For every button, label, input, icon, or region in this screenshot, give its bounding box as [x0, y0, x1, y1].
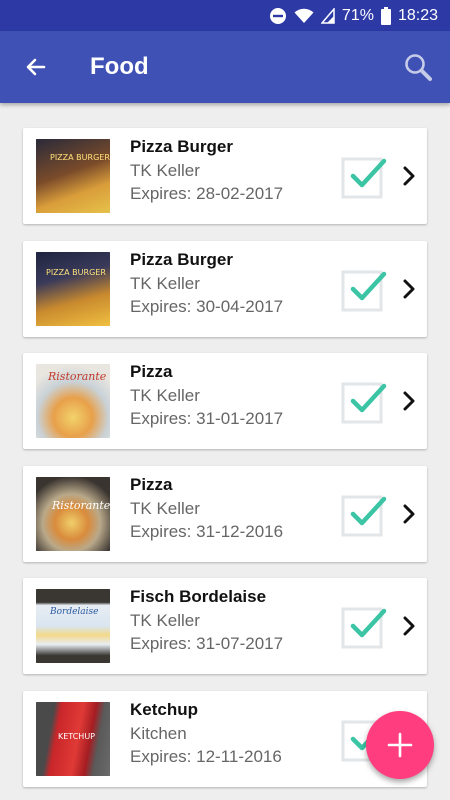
list-item[interactable]: PIZZA BURGER Pizza Burger TK Keller Expi…: [23, 241, 427, 337]
item-expiry: Expires: 31-07-2017: [130, 634, 284, 653]
plus-icon: [387, 732, 413, 758]
item-thumbnail: Bordelaise: [36, 589, 110, 663]
item-thumbnail: PIZZA BURGER: [36, 252, 110, 326]
app-bar: Food: [0, 31, 450, 103]
check-icon[interactable]: [341, 380, 387, 424]
item-name: Pizza: [130, 475, 173, 494]
food-list: PIZZA BURGER Pizza Burger TK Keller Expi…: [0, 103, 450, 800]
search-icon: [405, 54, 432, 81]
item-location: TK Keller: [130, 499, 200, 518]
chevron-right-icon[interactable]: [397, 613, 421, 639]
clock: 18:23: [397, 6, 438, 24]
item-location: TK Keller: [130, 386, 200, 405]
item-location: TK Keller: [130, 161, 200, 180]
battery-percent: 71%: [341, 6, 374, 24]
item-location: Kitchen: [130, 724, 187, 743]
list-item[interactable]: Ristorante Pizza TK Keller Expires: 31-0…: [23, 353, 427, 449]
item-name: Pizza Burger: [130, 137, 233, 156]
dnd-icon: [269, 7, 286, 24]
item-location: TK Keller: [130, 611, 200, 630]
page-title: Food: [90, 53, 149, 80]
back-button[interactable]: [14, 45, 58, 89]
item-expiry: Expires: 31-01-2017: [130, 409, 284, 428]
chevron-right-icon[interactable]: [397, 276, 421, 302]
item-name: Fisch Bordelaise: [130, 587, 267, 606]
chevron-right-icon[interactable]: [397, 501, 421, 527]
chevron-right-icon[interactable]: [397, 388, 421, 414]
item-name: Pizza: [130, 362, 173, 381]
item-thumbnail: Ristorante: [36, 477, 110, 551]
add-item-button[interactable]: [366, 711, 434, 779]
item-expiry: Expires: 28-02-2017: [130, 184, 284, 203]
check-icon[interactable]: [341, 155, 387, 199]
item-name: Ketchup: [130, 700, 198, 719]
item-expiry: Expires: 30-04-2017: [130, 297, 284, 316]
search-button[interactable]: [396, 45, 440, 89]
item-name: Pizza Burger: [130, 250, 233, 269]
check-icon[interactable]: [341, 268, 387, 312]
item-expiry: Expires: 12-11-2016: [130, 747, 282, 766]
list-item[interactable]: Bordelaise Fisch Bordelaise TK Keller Ex…: [23, 578, 427, 674]
arrow-back-icon: [26, 58, 46, 76]
list-item[interactable]: Ristorante Pizza TK Keller Expires: 31-1…: [23, 466, 427, 562]
wifi-icon: [294, 8, 314, 23]
item-thumbnail: KETCHUP: [36, 702, 110, 776]
signal-icon: [320, 7, 335, 24]
list-item[interactable]: PIZZA BURGER Pizza Burger TK Keller Expi…: [23, 128, 427, 224]
item-thumbnail: PIZZA BURGER: [36, 139, 110, 213]
item-expiry: Expires: 31-12-2016: [130, 522, 284, 541]
check-icon[interactable]: [341, 493, 387, 537]
status-bar: 71% 18:23: [0, 0, 450, 31]
chevron-right-icon[interactable]: [397, 163, 421, 189]
battery-icon: [380, 6, 391, 25]
item-location: TK Keller: [130, 274, 200, 293]
check-icon[interactable]: [341, 605, 387, 649]
item-thumbnail: Ristorante: [36, 364, 110, 438]
